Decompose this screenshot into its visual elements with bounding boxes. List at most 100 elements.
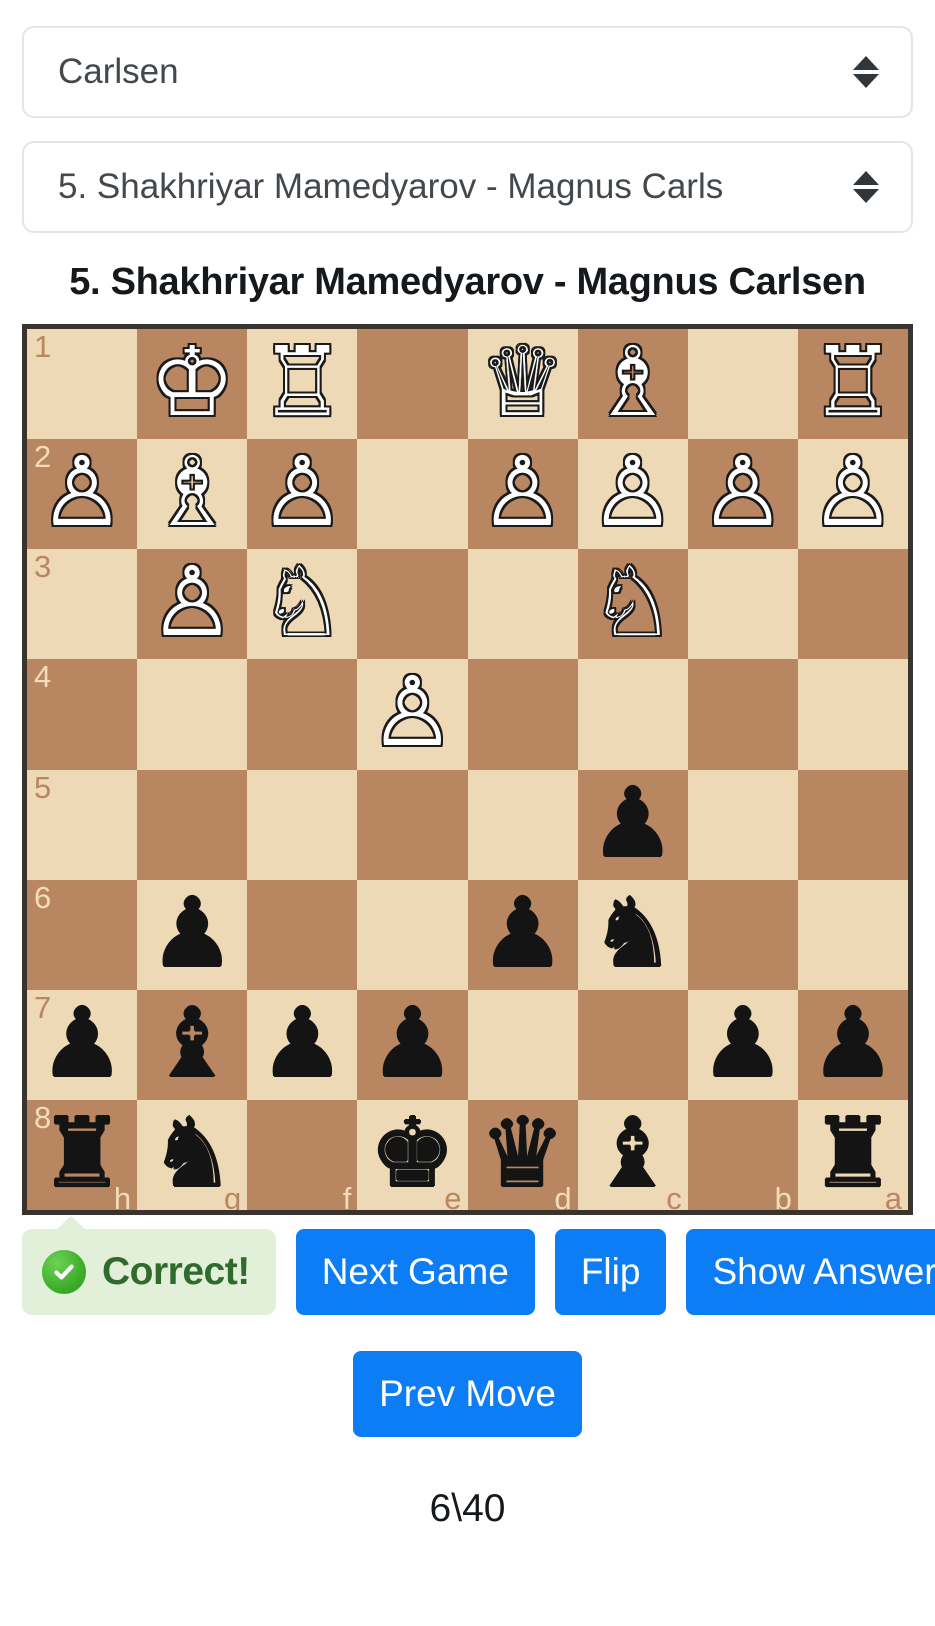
next-game-button[interactable]: Next Game [295,1229,535,1315]
board-square[interactable]: ♙ [797,439,908,550]
board-square[interactable]: ♘ [247,549,358,660]
board-square[interactable]: 8 h ♜ [27,1099,138,1210]
chess-piece[interactable]: ♙ [480,444,566,540]
player-select[interactable]: Carlsen [22,26,913,118]
chess-piece[interactable]: ♛ [480,1105,566,1201]
show-answer-button[interactable]: Show Answer [686,1229,935,1315]
board-square[interactable] [137,769,248,880]
chess-piece[interactable]: ♞ [590,885,676,981]
board-square[interactable] [467,989,578,1100]
board-square[interactable] [357,439,468,550]
board-square[interactable] [357,329,468,440]
board-square[interactable]: f [247,1099,358,1210]
board-square[interactable]: ♞ [577,879,688,990]
chess-piece[interactable]: ♜ [810,1105,896,1201]
board-square[interactable]: ♙ [687,439,798,550]
board-square[interactable] [797,549,908,660]
board-square[interactable]: ♖ [797,329,908,440]
chess-piece[interactable]: ♙ [39,444,125,540]
chess-piece[interactable]: ♟ [590,775,676,871]
board-square[interactable]: ♟ [577,769,688,880]
board-square[interactable]: 7 ♟ [27,989,138,1100]
board-square[interactable] [687,329,798,440]
board-square[interactable]: ♟ [137,879,248,990]
chess-piece[interactable]: ♙ [590,444,676,540]
board-square[interactable]: a ♜ [797,1099,908,1210]
chess-piece[interactable]: ♗ [149,444,235,540]
board-square[interactable]: ♟ [687,989,798,1100]
board-square[interactable]: ♖ [247,329,358,440]
board-square[interactable]: g ♞ [137,1099,248,1210]
board-square[interactable]: 2 ♙ [27,439,138,550]
board-square[interactable] [357,769,468,880]
board-square[interactable] [247,879,358,990]
chess-piece[interactable]: ♘ [259,554,345,650]
board-square[interactable]: 3 [27,549,138,660]
board-square[interactable] [797,659,908,770]
chess-piece[interactable]: ♞ [149,1105,235,1201]
board-square[interactable] [467,549,578,660]
prev-move-button[interactable]: Prev Move [353,1351,582,1437]
chess-piece[interactable]: ♕ [480,334,566,430]
chess-piece[interactable]: ♝ [149,995,235,1091]
board-square[interactable]: ♟ [797,989,908,1100]
board-square[interactable]: ♙ [577,439,688,550]
chess-piece[interactable]: ♟ [149,885,235,981]
chess-piece[interactable]: ♙ [259,444,345,540]
chess-piece[interactable]: ♙ [810,444,896,540]
board-square[interactable]: ♔ [137,329,248,440]
chess-piece[interactable]: ♙ [149,554,235,650]
board-square[interactable] [467,659,578,770]
board-square[interactable]: ♟ [467,879,578,990]
board-square[interactable]: 4 [27,659,138,770]
board-square[interactable] [687,769,798,880]
board-square[interactable]: ♝ [137,989,248,1100]
board-square[interactable]: ♙ [247,439,358,550]
board-square[interactable] [797,769,908,880]
chess-piece[interactable]: ♖ [259,334,345,430]
chess-piece[interactable]: ♚ [369,1105,455,1201]
flip-button[interactable]: Flip [554,1229,667,1315]
board-square[interactable]: ♘ [577,549,688,660]
board-square[interactable]: ♙ [137,549,248,660]
board-square[interactable]: ♙ [357,659,468,770]
chess-piece[interactable]: ♟ [39,995,125,1091]
board-square[interactable] [137,659,248,770]
game-select[interactable]: 5. Shakhriyar Mamedyarov - Magnus Carls [22,141,913,233]
board-square[interactable]: ♟ [357,989,468,1100]
chess-piece[interactable]: ♖ [810,334,896,430]
chess-piece[interactable]: ♙ [369,664,455,760]
board-square[interactable]: d ♛ [467,1099,578,1210]
board-square[interactable] [797,879,908,990]
board-square[interactable] [577,989,688,1100]
board-square[interactable] [357,879,468,990]
chess-piece[interactable]: ♟ [700,995,786,1091]
board-square[interactable] [467,769,578,880]
board-square[interactable]: b [687,1099,798,1210]
chess-piece[interactable]: ♟ [259,995,345,1091]
chess-piece[interactable]: ♟ [810,995,896,1091]
board-square[interactable]: ♕ [467,329,578,440]
board-square[interactable]: 5 [27,769,138,880]
chess-piece[interactable]: ♜ [39,1105,125,1201]
chess-piece[interactable]: ♔ [149,334,235,430]
board-square[interactable]: ♙ [467,439,578,550]
board-square[interactable] [357,549,468,660]
board-square[interactable]: 6 [27,879,138,990]
board-square[interactable] [247,769,358,880]
board-square[interactable]: e ♚ [357,1099,468,1210]
chessboard[interactable]: 1 ♔ ♖ ♕ ♗ ♖ 2 ♙ ♗ ♙ ♙ ♙ ♙ ♙ 3 ♙ ♘ ♘ 4 ♙ 5 ♟ 6 ♟ ♟ ♞ 7 ♟ ♝ ♟ ♟ ♟ ♟ 8 h ♜ g ♞ f e… [27,329,908,1210]
board-square[interactable] [687,879,798,990]
chess-piece[interactable]: ♘ [590,554,676,650]
board-square[interactable]: ♟ [247,989,358,1100]
chess-piece[interactable]: ♟ [369,995,455,1091]
chess-piece[interactable]: ♗ [590,334,676,430]
board-square[interactable]: ♗ [577,329,688,440]
board-square[interactable] [687,549,798,660]
board-square[interactable] [687,659,798,770]
board-square[interactable]: ♗ [137,439,248,550]
board-square[interactable]: c ♝ [577,1099,688,1210]
board-square[interactable] [247,659,358,770]
chess-piece[interactable]: ♟ [480,885,566,981]
chess-piece[interactable]: ♝ [590,1105,676,1201]
